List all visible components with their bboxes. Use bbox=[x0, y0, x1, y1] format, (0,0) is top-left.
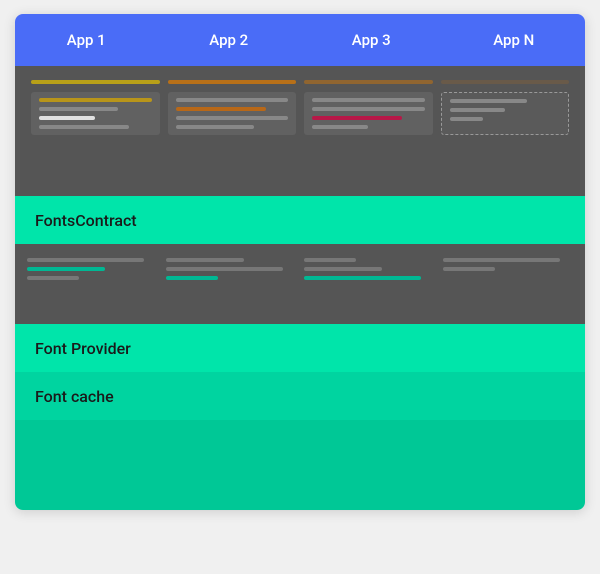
apps-area bbox=[15, 66, 585, 196]
sep-line5 bbox=[166, 267, 283, 271]
font-provider-section: Font Provider bbox=[15, 324, 585, 372]
font-cache-row: Font cache bbox=[15, 372, 585, 420]
fonts-contract-label: FontsContract bbox=[35, 211, 137, 230]
sep-line4 bbox=[166, 258, 244, 262]
app2-line1 bbox=[176, 98, 289, 102]
line-col2 bbox=[168, 80, 297, 84]
tab-appn[interactable]: App N bbox=[443, 23, 586, 57]
sep-line6 bbox=[166, 276, 218, 280]
sep-col1 bbox=[27, 252, 158, 316]
app3-block bbox=[304, 92, 433, 135]
sep-line3 bbox=[27, 276, 79, 280]
diagram: App 1 App 2 App 3 App N bbox=[15, 14, 585, 510]
line-col4 bbox=[441, 80, 570, 84]
apps-inner-grid bbox=[15, 84, 585, 143]
sep-line2 bbox=[27, 267, 105, 271]
sep-line10 bbox=[443, 258, 560, 262]
app3-line2 bbox=[312, 107, 425, 111]
tab-app3[interactable]: App 3 bbox=[300, 23, 443, 57]
tab-app2[interactable]: App 2 bbox=[158, 23, 301, 57]
appn-line1 bbox=[450, 99, 527, 103]
sep-line1 bbox=[27, 258, 144, 262]
app1-line2 bbox=[39, 107, 118, 111]
app2-line2 bbox=[176, 107, 266, 111]
line-col3 bbox=[304, 80, 433, 84]
tab-app1-label: App 1 bbox=[67, 31, 106, 49]
appn-line3 bbox=[450, 117, 483, 121]
app2-block bbox=[168, 92, 297, 135]
sep-line7 bbox=[304, 258, 356, 262]
app1-line3 bbox=[39, 116, 95, 120]
font-cache-section: Font cache bbox=[15, 372, 585, 420]
top-accent-lines bbox=[15, 76, 585, 84]
sep-col4 bbox=[443, 252, 574, 316]
app3-line3 bbox=[312, 116, 402, 120]
app3-line4 bbox=[312, 125, 368, 129]
font-cache-label: Font cache bbox=[35, 387, 114, 406]
fonts-contract-section: FontsContract bbox=[15, 196, 585, 244]
dark-separator bbox=[15, 244, 585, 324]
tab-appn-label: App N bbox=[493, 31, 534, 49]
sep-col2 bbox=[166, 252, 297, 316]
app3-line1 bbox=[312, 98, 425, 102]
font-provider-label: Font Provider bbox=[35, 339, 131, 358]
tab-app2-label: App 2 bbox=[209, 31, 248, 49]
sep-line9 bbox=[304, 276, 421, 280]
app2-line3 bbox=[176, 116, 289, 120]
bottom-green-area bbox=[15, 420, 585, 510]
app1-line1 bbox=[39, 98, 152, 102]
tab-app3-label: App 3 bbox=[352, 31, 391, 49]
tab-app1[interactable]: App 1 bbox=[15, 23, 158, 57]
appn-block bbox=[441, 92, 570, 135]
app2-line4 bbox=[176, 125, 255, 129]
line-col1 bbox=[31, 80, 160, 84]
fonts-contract-row: FontsContract bbox=[15, 196, 585, 244]
app1-block bbox=[31, 92, 160, 135]
sep-line11 bbox=[443, 267, 495, 271]
page: App 1 App 2 App 3 App N bbox=[0, 0, 600, 574]
sep-line8 bbox=[304, 267, 382, 271]
sep-col3 bbox=[304, 252, 435, 316]
app1-line4 bbox=[39, 125, 129, 129]
font-provider-row: Font Provider bbox=[15, 324, 585, 372]
app-tabs-bar: App 1 App 2 App 3 App N bbox=[15, 14, 585, 66]
appn-line2 bbox=[450, 108, 505, 112]
